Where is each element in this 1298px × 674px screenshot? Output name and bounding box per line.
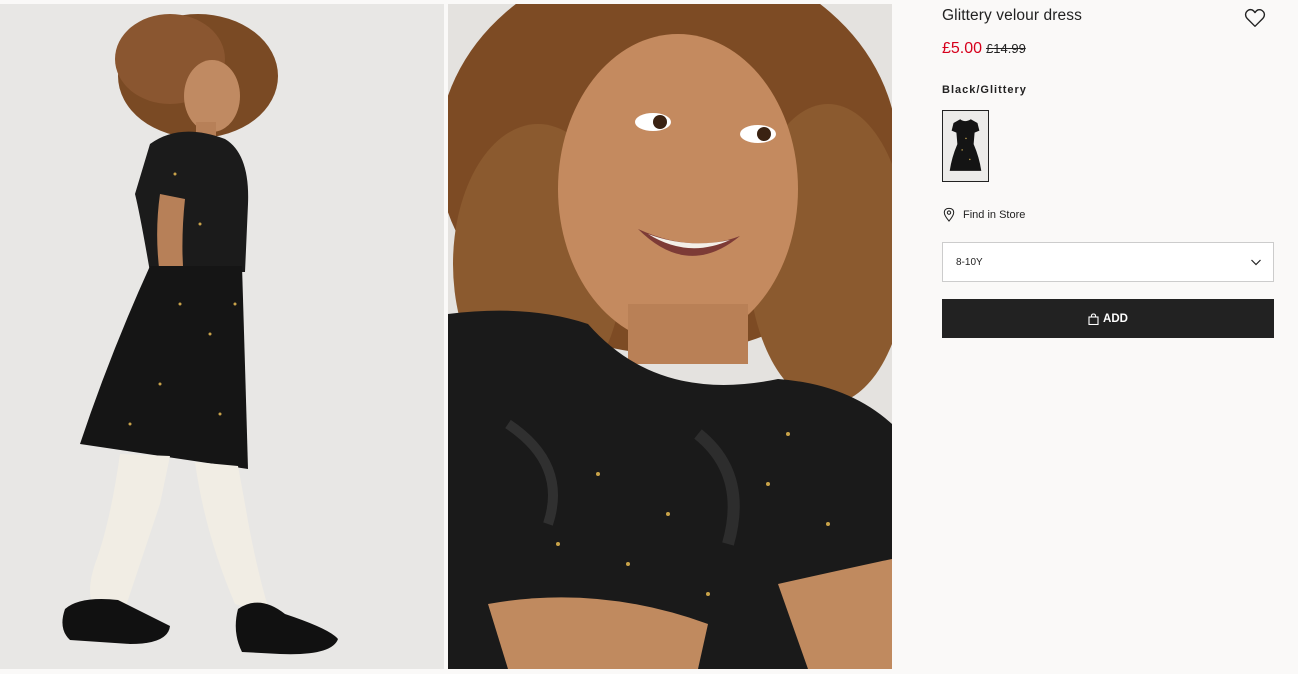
sale-price: £5.00 [942,40,983,57]
map-pin-icon [943,207,955,222]
find-in-store-link[interactable]: Find in Store [942,207,1025,222]
dress-thumbnail [943,111,988,181]
color-swatch-black-glittery[interactable] [942,110,989,182]
product-image-closeup[interactable] [448,4,892,669]
price: £5.00 £14.99 [942,40,1026,58]
chevron-down-icon [1251,259,1261,266]
selected-size: 8-10Y [956,257,983,268]
heart-outline-icon [1244,8,1266,28]
size-dropdown[interactable]: 8-10Y [942,242,1274,282]
product-image-full-length[interactable] [0,4,444,669]
color-name: Black/Glittery [942,84,1027,96]
add-to-bag-button[interactable]: ADD [942,299,1274,338]
find-in-store-label: Find in Store [963,208,1026,221]
shopping-bag-icon [1088,312,1099,325]
product-title: Glittery velour dress [942,7,1082,24]
add-button-label: ADD [1103,312,1128,325]
original-price: £14.99 [986,41,1026,56]
model-closeup-illustration [448,4,892,669]
wishlist-button[interactable] [1244,8,1266,28]
product-page: Glittery velour dress £5.00 £14.99 Black/… [0,0,1298,674]
model-full-length-illustration [0,4,444,669]
